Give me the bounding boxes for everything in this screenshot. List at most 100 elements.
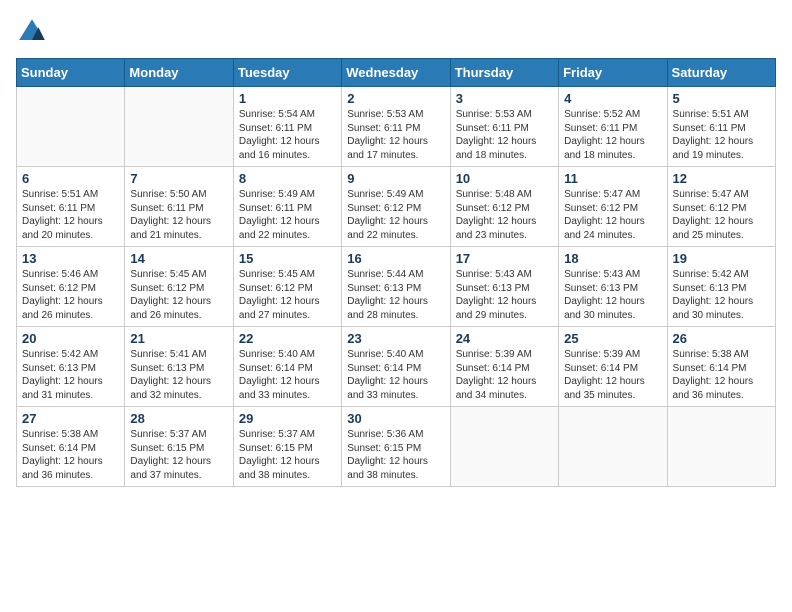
day-number: 14 [130, 251, 227, 266]
calendar-cell: 8Sunrise: 5:49 AM Sunset: 6:11 PM Daylig… [233, 167, 341, 247]
day-number: 12 [673, 171, 770, 186]
day-info: Sunrise: 5:47 AM Sunset: 6:12 PM Dayligh… [673, 188, 770, 242]
calendar-cell: 17 Sunrise: 5:43 AM Sunset: 6:13 PM Dayli… [450, 247, 558, 327]
day-info: Sunrise: 5:53 AM Sunset: 6:11 PM Dayligh… [456, 108, 553, 162]
day-number: 16 [347, 251, 444, 266]
day-info: Sunrise: 5:50 AM Sunset: 6:11 PM Dayligh… [130, 188, 227, 242]
calendar-week-1: 1 Sunrise: 5:54 AM Sunset: 6:11 PM Daylig… [17, 87, 776, 167]
day-number: 3 [456, 91, 553, 106]
logo-icon [16, 16, 48, 48]
calendar-cell: 26 Sunrise: 5:38 AM Sunset: 6:14 PM Dayli… [667, 327, 775, 407]
day-info: Sunrise: 5:48 AM Sunset: 6:12 PM Dayligh… [456, 188, 553, 242]
calendar-cell: 11Sunrise: 5:47 AM Sunset: 6:12 PM Dayli… [559, 167, 667, 247]
day-number: 22 [239, 331, 336, 346]
calendar-cell: 5 Sunrise: 5:51 AM Sunset: 6:11 PM Daylig… [667, 87, 775, 167]
day-number: 17 [456, 251, 553, 266]
day-info: Sunrise: 5:38 AM Sunset: 6:14 PM Dayligh… [673, 348, 770, 402]
day-info: Sunrise: 5:42 AM Sunset: 6:13 PM Dayligh… [673, 268, 770, 322]
day-info: Sunrise: 5:45 AM Sunset: 6:12 PM Dayligh… [130, 268, 227, 322]
calendar-cell: 27 Sunrise: 5:38 AM Sunset: 6:14 PM Dayli… [17, 407, 125, 487]
day-number: 7 [130, 171, 227, 186]
day-number: 18 [564, 251, 661, 266]
calendar-cell: 20Sunrise: 5:42 AM Sunset: 6:13 PM Dayli… [17, 327, 125, 407]
day-info: Sunrise: 5:42 AM Sunset: 6:13 PM Dayligh… [22, 348, 119, 402]
day-info: Sunrise: 5:51 AM Sunset: 6:11 PM Dayligh… [673, 108, 770, 162]
day-info: Sunrise: 5:53 AM Sunset: 6:11 PM Dayligh… [347, 108, 444, 162]
calendar-week-4: 20Sunrise: 5:42 AM Sunset: 6:13 PM Dayli… [17, 327, 776, 407]
day-number: 27 [22, 411, 119, 426]
day-number: 28 [130, 411, 227, 426]
calendar-cell: 21 Sunrise: 5:41 AM Sunset: 6:13 PM Dayli… [125, 327, 233, 407]
calendar-cell: 24Sunrise: 5:39 AM Sunset: 6:14 PM Dayli… [450, 327, 558, 407]
day-header-friday: Friday [559, 59, 667, 87]
day-info: Sunrise: 5:40 AM Sunset: 6:14 PM Dayligh… [347, 348, 444, 402]
day-info: Sunrise: 5:38 AM Sunset: 6:14 PM Dayligh… [22, 428, 119, 482]
calendar-cell: 9 Sunrise: 5:49 AM Sunset: 6:12 PM Daylig… [342, 167, 450, 247]
day-number: 10 [456, 171, 553, 186]
day-info: Sunrise: 5:43 AM Sunset: 6:13 PM Dayligh… [456, 268, 553, 322]
day-info: Sunrise: 5:49 AM Sunset: 6:11 PM Dayligh… [239, 188, 336, 242]
calendar-cell: 18 Sunrise: 5:43 AM Sunset: 6:13 PM Dayli… [559, 247, 667, 327]
day-number: 30 [347, 411, 444, 426]
day-number: 21 [130, 331, 227, 346]
calendar-cell: 3 Sunrise: 5:53 AM Sunset: 6:11 PM Daylig… [450, 87, 558, 167]
calendar-cell [125, 87, 233, 167]
day-info: Sunrise: 5:52 AM Sunset: 6:11 PM Dayligh… [564, 108, 661, 162]
day-info: Sunrise: 5:37 AM Sunset: 6:15 PM Dayligh… [130, 428, 227, 482]
calendar-cell: 28 Sunrise: 5:37 AM Sunset: 6:15 PM Dayli… [125, 407, 233, 487]
day-info: Sunrise: 5:51 AM Sunset: 6:11 PM Dayligh… [22, 188, 119, 242]
calendar-week-5: 27 Sunrise: 5:38 AM Sunset: 6:14 PM Dayli… [17, 407, 776, 487]
calendar-cell: 14 Sunrise: 5:45 AM Sunset: 6:12 PM Dayli… [125, 247, 233, 327]
calendar-week-3: 13Sunrise: 5:46 AM Sunset: 6:12 PM Dayli… [17, 247, 776, 327]
calendar-cell: 1 Sunrise: 5:54 AM Sunset: 6:11 PM Daylig… [233, 87, 341, 167]
day-info: Sunrise: 5:37 AM Sunset: 6:15 PM Dayligh… [239, 428, 336, 482]
day-number: 25 [564, 331, 661, 346]
day-number: 6 [22, 171, 119, 186]
calendar-cell: 23Sunrise: 5:40 AM Sunset: 6:14 PM Dayli… [342, 327, 450, 407]
day-number: 9 [347, 171, 444, 186]
day-header-tuesday: Tuesday [233, 59, 341, 87]
calendar-cell: 10 Sunrise: 5:48 AM Sunset: 6:12 PM Dayli… [450, 167, 558, 247]
day-header-saturday: Saturday [667, 59, 775, 87]
day-info: Sunrise: 5:39 AM Sunset: 6:14 PM Dayligh… [564, 348, 661, 402]
day-number: 4 [564, 91, 661, 106]
day-number: 2 [347, 91, 444, 106]
day-info: Sunrise: 5:54 AM Sunset: 6:11 PM Dayligh… [239, 108, 336, 162]
day-number: 29 [239, 411, 336, 426]
calendar-cell: 7 Sunrise: 5:50 AM Sunset: 6:11 PM Daylig… [125, 167, 233, 247]
day-number: 19 [673, 251, 770, 266]
day-info: Sunrise: 5:41 AM Sunset: 6:13 PM Dayligh… [130, 348, 227, 402]
day-number: 1 [239, 91, 336, 106]
day-header-wednesday: Wednesday [342, 59, 450, 87]
day-number: 26 [673, 331, 770, 346]
calendar-cell: 2 Sunrise: 5:53 AM Sunset: 6:11 PM Daylig… [342, 87, 450, 167]
calendar-cell: 22 Sunrise: 5:40 AM Sunset: 6:14 PM Dayli… [233, 327, 341, 407]
calendar-cell: 4 Sunrise: 5:52 AM Sunset: 6:11 PM Daylig… [559, 87, 667, 167]
calendar-cell: 6 Sunrise: 5:51 AM Sunset: 6:11 PM Daylig… [17, 167, 125, 247]
calendar-cell: 25 Sunrise: 5:39 AM Sunset: 6:14 PM Dayli… [559, 327, 667, 407]
calendar-week-2: 6 Sunrise: 5:51 AM Sunset: 6:11 PM Daylig… [17, 167, 776, 247]
day-number: 24 [456, 331, 553, 346]
calendar-header-row: SundayMondayTuesdayWednesdayThursdayFrid… [17, 59, 776, 87]
calendar-cell: 13Sunrise: 5:46 AM Sunset: 6:12 PM Dayli… [17, 247, 125, 327]
day-info: Sunrise: 5:40 AM Sunset: 6:14 PM Dayligh… [239, 348, 336, 402]
day-info: Sunrise: 5:43 AM Sunset: 6:13 PM Dayligh… [564, 268, 661, 322]
calendar-cell: 29 Sunrise: 5:37 AM Sunset: 6:15 PM Dayli… [233, 407, 341, 487]
day-info: Sunrise: 5:36 AM Sunset: 6:15 PM Dayligh… [347, 428, 444, 482]
day-info: Sunrise: 5:44 AM Sunset: 6:13 PM Dayligh… [347, 268, 444, 322]
day-number: 5 [673, 91, 770, 106]
calendar-cell: 19 Sunrise: 5:42 AM Sunset: 6:13 PM Dayli… [667, 247, 775, 327]
calendar-cell [667, 407, 775, 487]
day-info: Sunrise: 5:47 AM Sunset: 6:12 PM Dayligh… [564, 188, 661, 242]
page-header [16, 16, 776, 48]
day-header-sunday: Sunday [17, 59, 125, 87]
calendar-cell: 16 Sunrise: 5:44 AM Sunset: 6:13 PM Dayli… [342, 247, 450, 327]
day-header-monday: Monday [125, 59, 233, 87]
calendar-cell: 12 Sunrise: 5:47 AM Sunset: 6:12 PM Dayli… [667, 167, 775, 247]
day-info: Sunrise: 5:49 AM Sunset: 6:12 PM Dayligh… [347, 188, 444, 242]
calendar-cell [17, 87, 125, 167]
calendar-cell [450, 407, 558, 487]
day-header-thursday: Thursday [450, 59, 558, 87]
calendar-cell: 15Sunrise: 5:45 AM Sunset: 6:12 PM Dayli… [233, 247, 341, 327]
day-info: Sunrise: 5:45 AM Sunset: 6:12 PM Dayligh… [239, 268, 336, 322]
